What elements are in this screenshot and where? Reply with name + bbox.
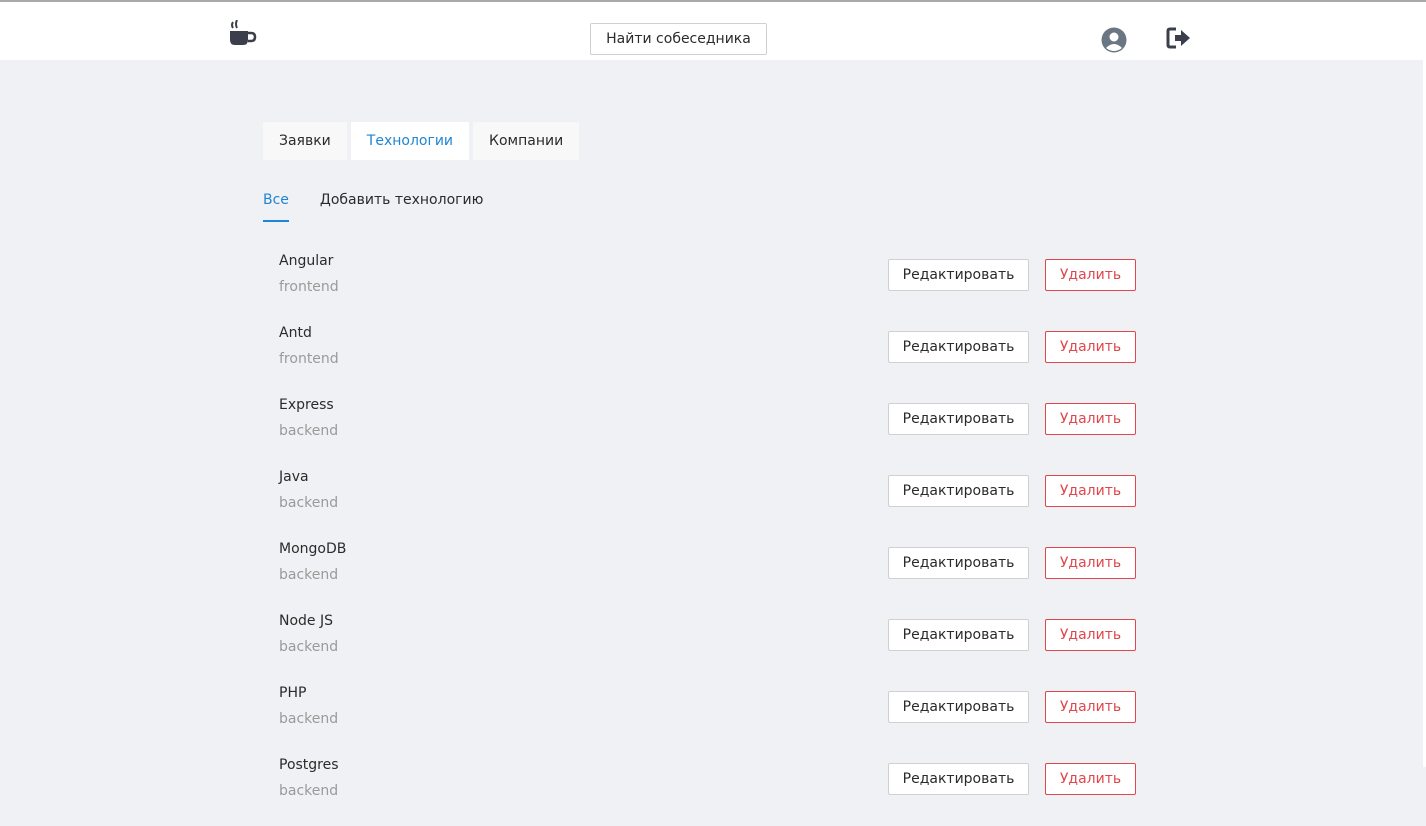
technology-list: Angular frontend Редактировать Удалить A… — [279, 250, 1139, 826]
technology-name: Angular — [279, 253, 334, 269]
logout-icon[interactable] — [1166, 26, 1192, 50]
edit-button[interactable]: Редактировать — [888, 331, 1029, 363]
tab-companies[interactable]: Компании — [473, 122, 580, 160]
list-item: Postgres backend Редактировать Удалить — [279, 754, 1139, 826]
list-item: Antd frontend Редактировать Удалить — [279, 322, 1139, 394]
list-item: PHP backend Редактировать Удалить — [279, 682, 1139, 754]
delete-button[interactable]: Удалить — [1045, 547, 1136, 579]
list-item: Angular frontend Редактировать Удалить — [279, 250, 1139, 322]
edit-button[interactable]: Редактировать — [888, 259, 1029, 291]
delete-button[interactable]: Удалить — [1045, 691, 1136, 723]
technology-category: backend — [279, 783, 339, 799]
technology-name: PHP — [279, 685, 307, 701]
list-item: Express backend Редактировать Удалить — [279, 394, 1139, 466]
technology-category: frontend — [279, 351, 339, 367]
list-item: MongoDB backend Редактировать Удалить — [279, 538, 1139, 610]
tab-requests[interactable]: Заявки — [263, 122, 347, 160]
technology-name: Express — [279, 397, 334, 413]
delete-button[interactable]: Удалить — [1045, 763, 1136, 795]
delete-button[interactable]: Удалить — [1045, 403, 1136, 435]
subtab-add-technology[interactable]: Добавить технологию — [320, 188, 483, 222]
coffee-cup-icon[interactable] — [228, 19, 258, 48]
list-item: Java backend Редактировать Удалить — [279, 466, 1139, 538]
user-avatar-icon[interactable] — [1101, 27, 1127, 53]
find-interviewer-button[interactable]: Найти собеседника — [590, 23, 767, 55]
edit-button[interactable]: Редактировать — [888, 403, 1029, 435]
technology-category: backend — [279, 711, 339, 727]
technology-name: Antd — [279, 325, 312, 341]
technology-category: backend — [279, 495, 339, 511]
technology-category: backend — [279, 639, 339, 655]
top-navbar: Найти собеседника — [0, 2, 1423, 60]
edit-button[interactable]: Редактировать — [888, 763, 1029, 795]
list-item: Node JS backend Редактировать Удалить — [279, 610, 1139, 682]
delete-button[interactable]: Удалить — [1045, 475, 1136, 507]
technology-subtabs: Все Добавить технологию — [263, 188, 483, 222]
tab-technologies[interactable]: Технологии — [350, 122, 470, 160]
main-tabs: Заявки Технологии Компании — [263, 122, 580, 160]
edit-button[interactable]: Редактировать — [888, 691, 1029, 723]
edit-button[interactable]: Редактировать — [888, 547, 1029, 579]
technology-name: Node JS — [279, 613, 334, 629]
edit-button[interactable]: Редактировать — [888, 475, 1029, 507]
delete-button[interactable]: Удалить — [1045, 619, 1136, 651]
technology-name: MongoDB — [279, 541, 347, 557]
technology-name: Postgres — [279, 757, 339, 773]
delete-button[interactable]: Удалить — [1045, 259, 1136, 291]
technology-name: Java — [279, 469, 309, 485]
subtab-all[interactable]: Все — [263, 188, 289, 222]
delete-button[interactable]: Удалить — [1045, 331, 1136, 363]
technology-category: frontend — [279, 279, 339, 295]
technology-category: backend — [279, 423, 339, 439]
edit-button[interactable]: Редактировать — [888, 619, 1029, 651]
technology-category: backend — [279, 567, 339, 583]
